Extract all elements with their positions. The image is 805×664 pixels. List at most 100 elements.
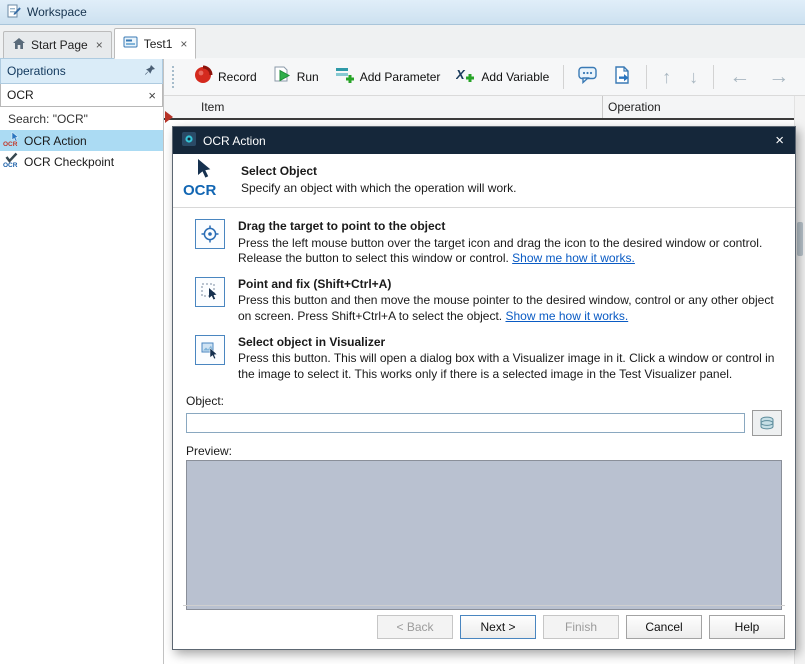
toolbar-separator <box>563 65 564 89</box>
preview-area <box>186 460 782 610</box>
ocr-logo: OCR <box>183 159 227 200</box>
toolbar-separator <box>713 65 714 89</box>
back-button[interactable]: < Back <box>377 615 453 639</box>
toolbar-separator <box>646 65 647 89</box>
operations-sidebar: Operations OCR × Search: "OCR" OCR OCR A… <box>0 58 164 664</box>
application-window: Workspace Start Page × Test1 × Operation… <box>0 0 805 664</box>
add-parameter-label: Add Parameter <box>360 70 441 84</box>
comment-button[interactable] <box>572 63 604 90</box>
help-button[interactable]: Help <box>709 615 785 639</box>
search-clear-icon[interactable]: × <box>148 89 156 102</box>
export-doc-button[interactable] <box>608 63 638 90</box>
ocr-action-dialog: OCR Action × OCR Select Object Specify a… <box>172 126 796 650</box>
test-grid-header: Item Operation <box>164 96 795 120</box>
comment-icon <box>578 66 598 87</box>
scrollbar-thumb[interactable] <box>797 222 803 256</box>
keyword-test-icon <box>123 35 139 52</box>
ocr-action-icon: OCR <box>3 131 19 150</box>
visualizer-icon <box>201 341 219 359</box>
search-result-label: Search: "OCR" <box>0 107 163 130</box>
current-row-marker-icon <box>165 111 173 123</box>
record-label: Record <box>218 70 257 84</box>
export-doc-icon <box>614 66 632 87</box>
dialog-titlebar[interactable]: OCR Action × <box>173 127 795 154</box>
add-variable-icon: X <box>456 66 476 87</box>
drag-target-icon <box>201 225 219 243</box>
workspace-panel-header: Workspace <box>0 0 805 25</box>
object-input[interactable] <box>186 413 745 433</box>
ocr-dialog-icon <box>182 132 196 149</box>
home-icon <box>12 37 26 53</box>
operations-panel-header: Operations <box>0 58 163 84</box>
sidebar-item-ocr-action[interactable]: OCR OCR Action <box>0 130 163 151</box>
preview-label: Preview: <box>173 436 795 460</box>
tab-close-icon[interactable]: × <box>180 38 187 50</box>
navigate-back-button[interactable]: ← <box>722 66 757 87</box>
ocr-checkpoint-icon: OCR <box>3 152 19 171</box>
point-fix-icon <box>201 283 219 301</box>
add-variable-button[interactable]: X Add Variable <box>450 63 555 90</box>
dialog-footer: < Back Next > Finish Cancel Help <box>183 605 785 639</box>
toolbar-gripper[interactable] <box>172 66 177 88</box>
add-parameter-button[interactable]: Add Parameter <box>329 63 447 90</box>
test-editor-toolbar: Record Run Add Parameter X Add Variable <box>164 58 805 96</box>
select-object-options: Drag the target to point to the object P… <box>173 208 795 382</box>
show-me-how-link[interactable]: Show me how it works. <box>505 309 628 323</box>
svg-text:OCR: OCR <box>3 162 18 168</box>
navigate-forward-button[interactable]: → <box>761 66 796 87</box>
add-parameter-icon <box>335 66 355 87</box>
sidebar-item-label: OCR Action <box>24 134 87 148</box>
column-header-operation[interactable]: Operation <box>603 96 795 118</box>
svg-text:X: X <box>456 67 466 82</box>
option-drag-target: Drag the target to point to the object P… <box>195 219 779 267</box>
dialog-subheading: Specify an object with which the operati… <box>241 181 516 195</box>
dialog-close-icon[interactable]: × <box>773 133 786 148</box>
browse-object-button[interactable] <box>752 410 782 436</box>
move-down-button[interactable]: ↓ <box>682 68 705 86</box>
drag-target-button[interactable] <box>195 219 225 249</box>
point-fix-button[interactable] <box>195 277 225 307</box>
object-section: Object: <box>173 392 795 436</box>
run-button[interactable]: Run <box>267 63 325 90</box>
option-title: Point and fix (Shift+Ctrl+A) <box>238 277 779 293</box>
record-button[interactable]: Record <box>187 62 263 91</box>
tab-start-page[interactable]: Start Page × <box>3 31 112 58</box>
sidebar-item-ocr-checkpoint[interactable]: OCR OCR Checkpoint <box>0 151 163 172</box>
tab-test1[interactable]: Test1 × <box>114 28 197 59</box>
record-icon <box>193 65 213 88</box>
next-button[interactable]: Next > <box>460 615 536 639</box>
tab-label: Start Page <box>31 38 88 52</box>
operations-search-input[interactable]: OCR × <box>0 84 163 107</box>
operations-panel-title: Operations <box>7 64 144 78</box>
workspace-title: Workspace <box>27 5 87 19</box>
add-variable-label: Add Variable <box>481 70 549 84</box>
dialog-title: OCR Action <box>203 134 766 148</box>
cancel-button[interactable]: Cancel <box>626 615 702 639</box>
sidebar-item-label: OCR Checkpoint <box>24 155 114 169</box>
column-header-item[interactable]: Item <box>164 96 603 118</box>
finish-button[interactable]: Finish <box>543 615 619 639</box>
tab-close-icon[interactable]: × <box>96 39 103 51</box>
show-me-how-link[interactable]: Show me how it works. <box>512 251 635 265</box>
pin-icon[interactable] <box>144 64 156 79</box>
svg-text:OCR: OCR <box>183 182 217 197</box>
tab-label: Test1 <box>144 37 173 51</box>
option-select-in-visualizer: Select object in Visualizer Press this b… <box>195 335 779 383</box>
visualizer-button[interactable] <box>195 335 225 365</box>
option-description: Press the left mouse button over the tar… <box>238 236 779 267</box>
dialog-header: OCR Select Object Specify an object with… <box>173 154 795 208</box>
option-description: Press this button and then move the mous… <box>238 293 779 324</box>
browse-object-icon <box>759 416 775 430</box>
dialog-heading: Select Object <box>241 164 516 178</box>
search-value: OCR <box>7 88 148 102</box>
option-point-and-fix: Point and fix (Shift+Ctrl+A) Press this … <box>195 277 779 325</box>
run-label: Run <box>297 70 319 84</box>
option-description: Press this button. This will open a dial… <box>238 351 779 382</box>
run-icon <box>273 66 292 87</box>
option-title: Select object in Visualizer <box>238 335 779 351</box>
document-tab-bar: Start Page × Test1 × <box>0 25 805 59</box>
workspace-icon <box>7 4 21 21</box>
svg-text:OCR: OCR <box>3 141 18 147</box>
move-up-button[interactable]: ↑ <box>655 68 678 86</box>
option-title: Drag the target to point to the object <box>238 219 779 235</box>
